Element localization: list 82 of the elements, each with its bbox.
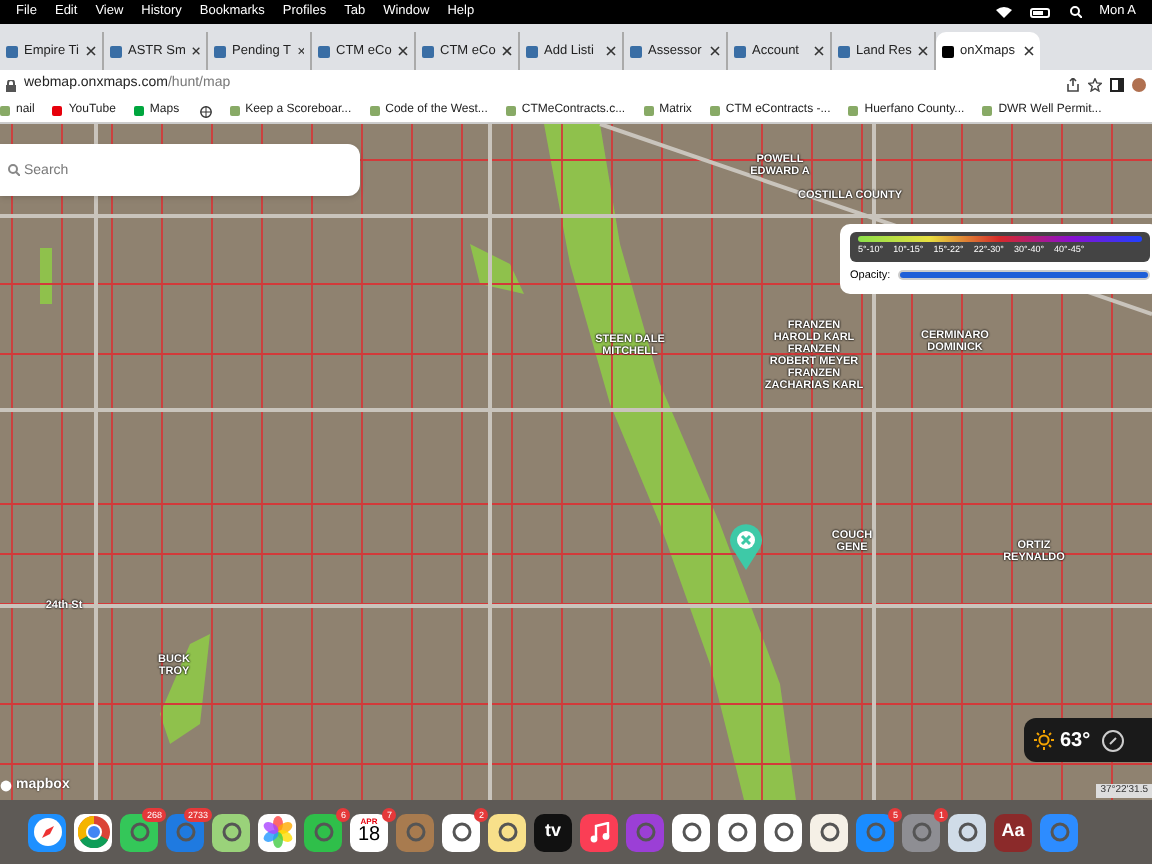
site-favicon <box>6 45 18 57</box>
bookmark-favicon <box>848 106 859 116</box>
dock-app-icon[interactable] <box>74 813 112 851</box>
app-glyph-icon <box>681 822 701 842</box>
bookmark-favicon <box>0 106 10 116</box>
app-glyph-icon <box>957 822 977 842</box>
compass-icon[interactable] <box>1102 729 1125 751</box>
app-glyph-icon <box>727 822 747 842</box>
app-glyph-icon <box>819 822 839 842</box>
dock-app-icon[interactable] <box>764 813 802 851</box>
bookmark-favicon <box>505 106 516 116</box>
close-icon[interactable] <box>86 46 96 56</box>
bookmark-favicon <box>229 106 240 116</box>
app-glyph-icon <box>451 822 471 842</box>
site-favicon <box>318 45 330 57</box>
close-icon[interactable] <box>1024 46 1034 56</box>
app-label: Aa <box>1001 818 1025 845</box>
weather-widget[interactable]: 63° <box>1024 718 1152 762</box>
dock-app-icon[interactable]: tv <box>534 813 572 851</box>
close-icon[interactable] <box>502 46 512 56</box>
close-icon[interactable] <box>606 46 616 56</box>
close-icon[interactable] <box>398 46 408 56</box>
app-glyph-icon <box>635 822 655 842</box>
site-favicon <box>422 45 434 57</box>
bookmark-favicon <box>709 106 720 116</box>
site-favicon <box>110 45 122 57</box>
chrome-icon <box>77 816 109 848</box>
app-glyph-icon <box>1049 822 1069 842</box>
profile-avatar[interactable] <box>1132 78 1146 92</box>
dock-app-icon[interactable] <box>28 813 66 851</box>
close-icon[interactable] <box>297 46 304 56</box>
close-icon[interactable] <box>918 46 928 56</box>
close-icon[interactable] <box>710 46 720 56</box>
satellite-map-drawing[interactable] <box>0 124 1152 800</box>
bookmark-favicon <box>982 106 993 116</box>
bookmark-favicon <box>52 106 63 116</box>
star-icon[interactable] <box>1088 78 1102 92</box>
dock-app-icon[interactable] <box>580 813 618 851</box>
site-favicon <box>942 45 954 57</box>
dock-app-icon[interactable] <box>948 813 986 851</box>
app-glyph-icon <box>221 822 241 842</box>
app-glyph-icon <box>865 822 885 842</box>
bookmark-favicon <box>369 106 380 116</box>
app-label: tv <box>544 818 561 845</box>
battery-icon[interactable] <box>1029 7 1052 17</box>
share-icon[interactable] <box>1066 78 1080 92</box>
search-icon <box>8 164 20 176</box>
dock-app-icon[interactable]: Aa <box>994 813 1032 851</box>
app-glyph-icon <box>405 822 425 842</box>
dock-app-icon[interactable] <box>718 813 756 851</box>
flower-icon <box>261 816 293 848</box>
sun-icon <box>1034 730 1054 750</box>
compass-icon <box>31 816 63 848</box>
sidebar-icon[interactable] <box>1110 78 1124 92</box>
app-glyph-icon <box>497 822 517 842</box>
wifi-icon[interactable] <box>995 6 1012 18</box>
dock-app-icon[interactable] <box>672 813 710 851</box>
temperature: 63° <box>1060 727 1091 755</box>
app-glyph-icon <box>911 822 931 842</box>
globe-icon[interactable] <box>199 105 212 117</box>
bookmark-favicon <box>133 106 144 116</box>
site-favicon <box>734 45 746 57</box>
site-favicon <box>838 45 850 57</box>
site-favicon <box>214 45 226 57</box>
app-glyph-icon <box>773 822 793 842</box>
site-favicon <box>526 45 538 57</box>
app-glyph-icon <box>313 822 333 842</box>
lock-icon <box>6 79 16 91</box>
app-glyph-icon <box>175 822 195 842</box>
app-glyph-icon <box>129 822 149 842</box>
dock-app-icon[interactable] <box>212 813 250 851</box>
dock-app-icon[interactable] <box>258 813 296 851</box>
music-note-icon <box>589 821 609 843</box>
search-icon[interactable] <box>1069 6 1082 18</box>
calendar-day: 18 <box>357 826 381 846</box>
map-pin-icon[interactable] <box>728 522 764 570</box>
dock-app-icon[interactable] <box>488 813 526 851</box>
close-icon[interactable] <box>814 46 824 56</box>
site-favicon <box>630 45 642 57</box>
dock-app-icon[interactable] <box>810 813 848 851</box>
close-icon[interactable] <box>191 46 200 56</box>
bookmark-favicon <box>643 106 654 116</box>
